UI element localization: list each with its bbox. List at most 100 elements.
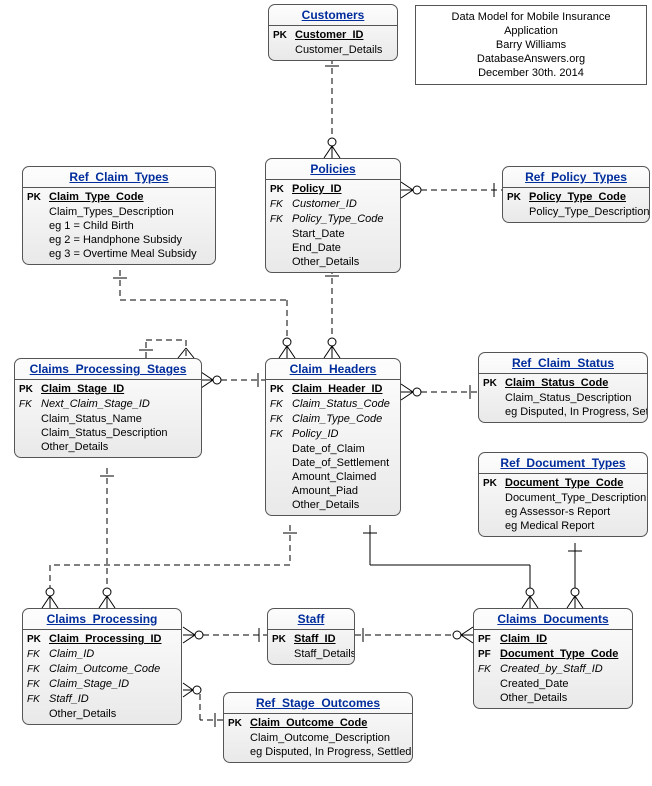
attr-name: Document_Type_Code	[505, 476, 643, 490]
entity-ref-claim-status: Ref_Claim_Status PKClaim_Status_Code Cla…	[478, 352, 648, 423]
attr-name: Claim_ID	[500, 632, 628, 646]
attr-name: Claim_Stage_ID	[49, 677, 177, 691]
attr-name: Claim_Outcome_Code	[250, 716, 408, 730]
attr-name: Claim_Status_Description	[505, 391, 643, 405]
info-line2: Barry Williams	[424, 38, 638, 52]
entity-ref-stage-outcomes: Ref_Stage_Outcomes PKClaim_Outcome_Code …	[223, 692, 413, 763]
entity-ref-policy-types: Ref_Policy_Types PKPolicy_Type_Code Poli…	[502, 166, 650, 223]
key-fk: FK	[270, 413, 292, 427]
attr-name: Claim_Type_Code	[49, 190, 211, 204]
entity-customers: Customers PKCustomer_ID Customer_Details	[268, 4, 398, 61]
attr-note: eg 1 = Child Birth	[27, 219, 211, 233]
attr-name: Amount_Claimed	[292, 470, 396, 484]
attr-name: Claim_Status_Code	[292, 397, 396, 411]
attr-name: Staff_Details	[294, 647, 355, 661]
key-pk: PK	[483, 377, 505, 391]
key-pk: PK	[19, 383, 41, 397]
attr-name: Staff_ID	[49, 692, 177, 706]
attr-note: eg Medical Report	[483, 519, 643, 533]
key-fk: FK	[478, 663, 500, 677]
key-pk: PK	[270, 383, 292, 397]
attr-name: Policy_Type_Description	[529, 205, 649, 219]
entity-claims-documents: Claims_Documents PFClaim_ID PFDocument_T…	[473, 608, 633, 709]
key-fk: FK	[19, 398, 41, 412]
entity-title: Customers	[269, 5, 397, 26]
attr-name: Amount_Piad	[292, 484, 396, 498]
info-line3: DatabaseAnswers.org	[424, 52, 638, 66]
key-fk: FK	[27, 648, 49, 662]
attr-name: Customer_ID	[295, 28, 393, 42]
key-pk: PK	[270, 183, 292, 197]
entity-title: Ref_Document_Types	[479, 453, 647, 474]
attr-name: Document_Type_Description	[505, 491, 646, 505]
attr-name: Claim_Stage_ID	[41, 382, 197, 396]
key-fk: FK	[27, 693, 49, 707]
attr-name: Claim_Processing_ID	[49, 632, 177, 646]
attr-name: Policy_ID	[292, 182, 396, 196]
attr-name: Customer_ID	[292, 197, 396, 211]
attr-name: Other_Details	[292, 498, 396, 512]
attr-name: Claim_Status_Code	[505, 376, 643, 390]
attr-name: Next_Claim_Stage_ID	[41, 397, 197, 411]
key-fk: FK	[27, 663, 49, 677]
entity-policies: Policies PKPolicy_ID FKCustomer_ID FKPol…	[265, 158, 401, 273]
entity-title: Ref_Claim_Status	[479, 353, 647, 374]
entity-title: Claim_Headers	[266, 359, 400, 380]
info-line4: December 30th. 2014	[424, 66, 638, 80]
key-pf: PF	[478, 633, 500, 647]
key-pk: PK	[273, 29, 295, 43]
key-pk: PK	[507, 191, 529, 205]
attr-name: Date_of_Claim	[292, 442, 396, 456]
attr-name: Policy_Type_Code	[292, 212, 396, 226]
entity-title: Claims_Processing	[23, 609, 181, 630]
entity-ref-document-types: Ref_Document_Types PKDocument_Type_Code …	[478, 452, 648, 537]
info-line1: Data Model for Mobile Insurance Applicat…	[424, 10, 638, 38]
entity-ref-claim-types: Ref_Claim_Types PKClaim_Type_Code Claim_…	[22, 166, 216, 265]
attr-name: Policy_ID	[292, 427, 396, 441]
attr-name: Staff_ID	[294, 632, 350, 646]
entity-title: Staff	[268, 609, 354, 630]
attr-name: Other_Details	[41, 440, 197, 454]
attr-name: Customer_Details	[295, 43, 393, 57]
attr-name: Other_Details	[292, 255, 396, 269]
attr-name: Start_Date	[292, 227, 396, 241]
attr-name: Claim_Outcome_Code	[49, 662, 177, 676]
attr-note: eg Disputed, In Progress, Settled	[483, 405, 643, 419]
entity-title: Ref_Stage_Outcomes	[224, 693, 412, 714]
attr-name: Claim_ID	[49, 647, 177, 661]
entity-staff: Staff PKStaff_ID Staff_Details	[267, 608, 355, 665]
entity-claims-processing: Claims_Processing PKClaim_Processing_ID …	[22, 608, 182, 725]
attr-note: eg Assessor-s Report	[483, 505, 643, 519]
key-fk: FK	[270, 198, 292, 212]
entity-claims-processing-stages: Claims_Processing_Stages PKClaim_Stage_I…	[14, 358, 202, 458]
attr-note: eg 2 = Handphone Subsidy	[27, 233, 211, 247]
attr-name: End_Date	[292, 241, 396, 255]
key-fk: FK	[270, 398, 292, 412]
attr-name: Claim_Outcome_Description	[250, 731, 408, 745]
entity-title: Ref_Claim_Types	[23, 167, 215, 188]
attr-note: eg Disputed, In Progress, Settled	[228, 745, 408, 759]
attr-name: Claim_Status_Name	[41, 412, 197, 426]
attr-name: Claim_Header_ID	[292, 382, 396, 396]
key-pk: PK	[27, 633, 49, 647]
key-fk: FK	[270, 428, 292, 442]
key-pk: PK	[27, 191, 49, 205]
info-box: Data Model for Mobile Insurance Applicat…	[415, 5, 647, 85]
attr-name: Date_of_Settlement	[292, 456, 396, 470]
attr-name: Policy_Type_Code	[529, 190, 645, 204]
attr-name: Other_Details	[49, 707, 177, 721]
key-pk: PK	[272, 633, 294, 647]
entity-title: Claims_Documents	[474, 609, 632, 630]
attr-name: Claim_Status_Description	[41, 426, 197, 440]
attr-name: Created_by_Staff_ID	[500, 662, 628, 676]
attr-name: Created_Date	[500, 677, 628, 691]
attr-name: Claim_Type_Code	[292, 412, 396, 426]
key-pk: PK	[483, 477, 505, 491]
key-pf: PF	[478, 648, 500, 662]
attr-note: eg 3 = Overtime Meal Subsidy	[27, 247, 211, 261]
attr-name: Claim_Types_Description	[49, 205, 211, 219]
attr-name: Document_Type_Code	[500, 647, 628, 661]
key-pk: PK	[228, 717, 250, 731]
entity-title: Claims_Processing_Stages	[15, 359, 201, 380]
key-fk: FK	[27, 678, 49, 692]
